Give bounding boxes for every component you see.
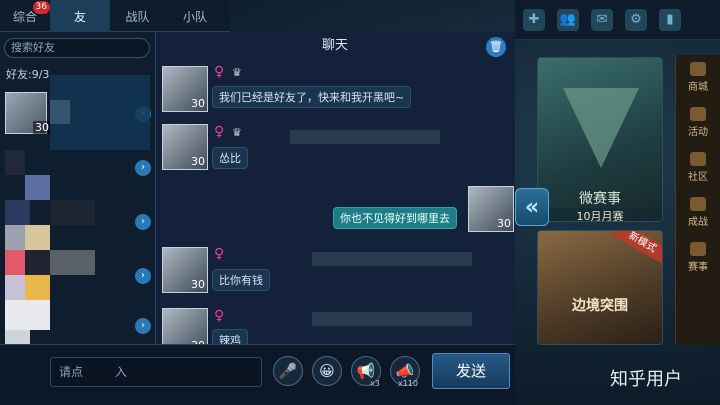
clear-chat-button[interactable]: 🗑	[486, 37, 506, 57]
community-icon	[690, 152, 706, 166]
event-title: 微赛事	[579, 191, 621, 207]
pixelated-name	[312, 312, 472, 326]
avatar[interactable]: 30	[162, 247, 208, 293]
shop-icon	[690, 62, 706, 76]
friends-icon[interactable]: 👥	[557, 8, 579, 31]
side-menu-item-community[interactable]: 社区	[676, 145, 720, 190]
chevron-right-icon[interactable]: ›	[135, 214, 151, 230]
microphone-button[interactable]: 🎤	[273, 356, 303, 386]
border-mode-card[interactable]: 新模式 边境突围	[537, 230, 663, 345]
rank-icon: ♛	[232, 66, 242, 79]
tab-team[interactable]: 战队	[110, 0, 165, 32]
signal-icon: ▮	[659, 8, 681, 31]
side-menu-item-events[interactable]: 活动	[676, 100, 720, 145]
tab-friends[interactable]: 友	[50, 0, 110, 32]
battle-icon	[690, 197, 706, 211]
chat-message-self: 你也不见得好到哪里去	[333, 207, 457, 229]
event-logo-icon	[563, 88, 639, 168]
pixelated-name	[290, 130, 440, 144]
tab-squad[interactable]: 小队	[165, 0, 225, 32]
chevron-right-icon[interactable]: ›	[135, 318, 151, 334]
gear-icon[interactable]: ⚙	[625, 8, 647, 31]
loudspeaker-count: x3	[370, 379, 380, 388]
female-icon: ♀	[214, 246, 225, 262]
female-icon: ♀	[214, 124, 225, 140]
female-icon: ♀	[214, 308, 225, 324]
top-toolbar: ✚ 👥 ✉ ⚙ ▮	[515, 0, 720, 40]
pixelated-name	[312, 252, 472, 266]
horn-count: x110	[398, 379, 419, 388]
side-menu-item-battle[interactable]: 成战	[676, 190, 720, 235]
side-menu-item-tournament[interactable]: 赛事	[676, 235, 720, 280]
chevron-right-icon[interactable]: ›	[135, 268, 151, 284]
tab-general[interactable]: 综合 36	[0, 0, 50, 32]
chat-title: 聊天	[321, 38, 348, 53]
chat-tabs: 综合 36 友 战队 小队	[0, 0, 230, 32]
tournament-icon	[690, 242, 706, 256]
avatar[interactable]: 30	[162, 124, 208, 170]
chat-input[interactable]: 请点 入	[50, 357, 262, 387]
side-menu-item-shop[interactable]: 商城	[676, 55, 720, 100]
chevron-right-icon[interactable]: ›	[135, 160, 151, 176]
plus-icon[interactable]: ✚	[523, 8, 545, 31]
watermark: 知乎用户	[610, 369, 682, 390]
send-button[interactable]: 发送	[432, 353, 510, 389]
event-card[interactable]: 微赛事 10月月赛	[537, 57, 663, 222]
collapse-chat-button[interactable]: «	[515, 188, 549, 226]
avatar[interactable]: 30	[162, 66, 208, 112]
new-mode-badge: 新模式	[612, 231, 662, 265]
events-icon	[690, 107, 706, 121]
friend-search-input[interactable]: 搜索好友	[4, 38, 150, 58]
unread-badge: 36	[32, 1, 50, 14]
privacy-block	[50, 75, 150, 150]
friend-count: 好友:9/3	[6, 68, 50, 81]
privacy-block	[50, 200, 95, 225]
mail-icon[interactable]: ✉	[591, 8, 613, 31]
friend-level: 30	[33, 121, 51, 134]
border-mode-title: 边境突围	[572, 298, 628, 314]
event-subtitle: 10月月赛	[538, 208, 662, 221]
side-menu: 商城 活动 社区 成战 赛事	[675, 55, 720, 345]
chat-message: 比你有钱	[212, 269, 270, 291]
female-icon: ♀	[214, 64, 225, 80]
chat-message: 怂比	[212, 147, 248, 169]
emoji-button[interactable]: 😀	[312, 356, 342, 386]
privacy-block	[50, 250, 95, 275]
avatar[interactable]: 30	[468, 186, 514, 232]
chat-panel	[155, 32, 515, 344]
chat-message: 我们已经是好友了，快来和我开黑吧~	[212, 86, 412, 108]
rank-icon: ♛	[232, 126, 242, 139]
